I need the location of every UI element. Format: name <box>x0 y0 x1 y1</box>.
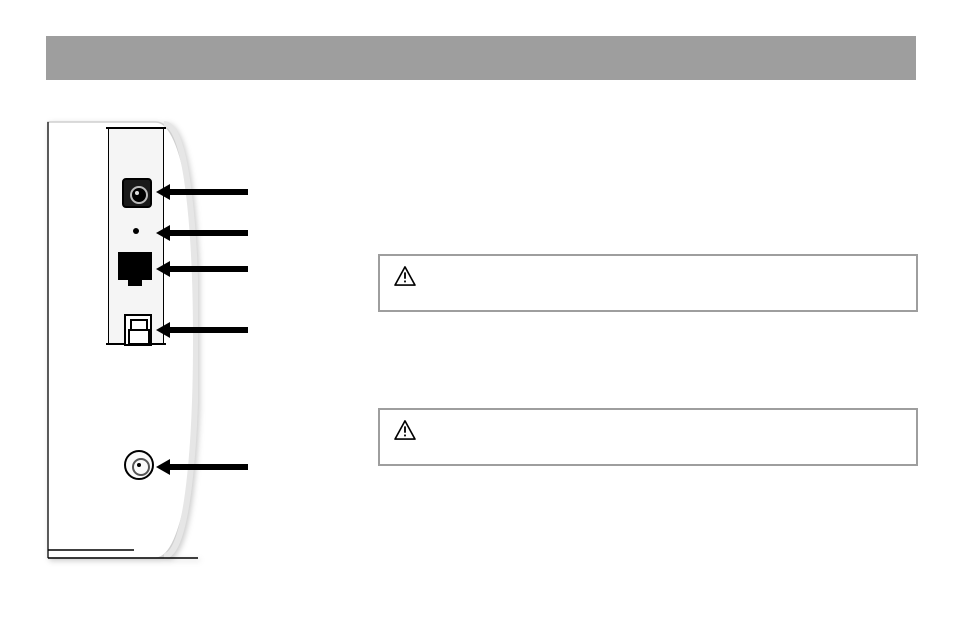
callout-arrow-coax <box>168 464 248 470</box>
callout-arrow-usb <box>168 327 248 333</box>
section-header-bar <box>46 36 916 80</box>
reset-pinhole-icon <box>133 228 139 234</box>
usb-type-b-port-icon <box>124 314 152 346</box>
callout-arrow-reset <box>168 230 248 236</box>
page <box>0 0 954 618</box>
device-side-view <box>46 120 198 560</box>
ethernet-port-icon <box>118 252 152 280</box>
dc-power-jack-icon <box>122 178 152 208</box>
warning-triangle-icon <box>394 420 416 440</box>
coax-connector-icon <box>124 450 154 480</box>
note-box-1 <box>378 254 918 312</box>
callout-arrow-dc <box>168 189 248 195</box>
warning-triangle-icon <box>394 266 416 286</box>
callout-arrow-ether <box>168 266 248 272</box>
note-box-2 <box>378 408 918 466</box>
